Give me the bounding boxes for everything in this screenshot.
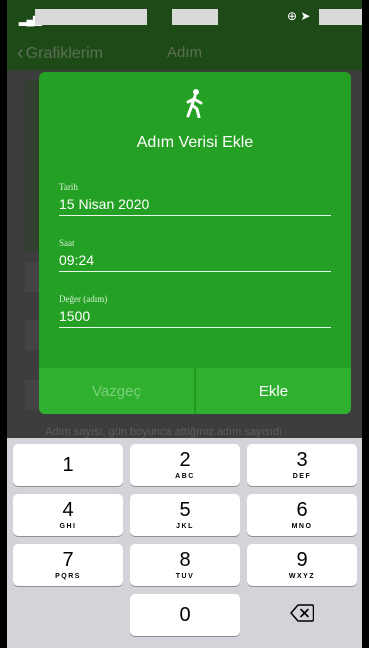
page-title: Adım [166, 44, 202, 61]
key-digit: 7 [62, 549, 74, 571]
key-1[interactable]: 1 [13, 444, 123, 486]
key-letters: GHI [59, 523, 77, 530]
status-redaction [319, 9, 362, 25]
key-7[interactable]: 7 PQRS [13, 544, 123, 586]
key-0[interactable]: 0 [130, 594, 240, 636]
key-2[interactable]: 2 ABC [130, 444, 240, 486]
key-digit: 5 [179, 499, 191, 521]
key-letters: ABC [175, 473, 195, 480]
delete-key[interactable] [247, 594, 357, 636]
location-icon: ⊕ ➤ [287, 9, 311, 23]
hint-text: Adım sayısı, gün boyunca attığınız adım … [45, 426, 283, 438]
nav-bar: ‹ Grafiklerim Adım [7, 34, 362, 70]
status-redaction [172, 9, 218, 25]
key-3[interactable]: 3 DEF [247, 444, 357, 486]
key-letters: JKL [176, 523, 194, 530]
date-value[interactable]: 15 Nisan 2020 [59, 196, 331, 216]
cancel-button[interactable]: Vazgeç [39, 368, 194, 414]
key-digit: 3 [296, 449, 308, 471]
add-step-dialog: Adım Verisi Ekle Tarih 15 Nisan 2020 Saa… [39, 72, 351, 414]
key-digit: 9 [296, 549, 308, 571]
time-label: Saat [59, 238, 75, 248]
key-letters: WXYZ [288, 573, 316, 580]
value-field[interactable]: Değer (adım) 1500 [59, 294, 331, 328]
numeric-keypad: 1 2 ABC 3 DEF 4 GHI 5 JKL 6 MNO 7 PQRS 8… [7, 438, 362, 648]
value-input[interactable]: 1500 [59, 308, 331, 328]
add-button[interactable]: Ekle [194, 368, 351, 414]
time-value[interactable]: 09:24 [59, 252, 331, 272]
key-letters: TUV [175, 573, 195, 580]
dialog-buttons: Vazgeç Ekle [39, 368, 351, 414]
date-label: Tarih [59, 182, 78, 192]
key-5[interactable]: 5 JKL [130, 494, 240, 536]
key-digit: 8 [179, 549, 191, 571]
key-4[interactable]: 4 GHI [13, 494, 123, 536]
status-redaction [35, 9, 147, 25]
key-digit: 4 [62, 499, 74, 521]
key-letters: MNO [291, 523, 313, 530]
key-9[interactable]: 9 WXYZ [247, 544, 357, 586]
key-letters: DEF [292, 473, 312, 480]
date-field[interactable]: Tarih 15 Nisan 2020 [59, 182, 331, 216]
key-8[interactable]: 8 TUV [130, 544, 240, 586]
value-label: Değer (adım) [59, 294, 108, 304]
status-bar: ▂▄▆ ⊕ ➤ [7, 0, 362, 34]
backspace-icon [290, 603, 315, 627]
time-field[interactable]: Saat 09:24 [59, 238, 331, 272]
key-letters: PQRS [55, 573, 81, 580]
key-digit: 0 [179, 604, 191, 626]
walking-person-icon [39, 88, 351, 123]
phone-screen: ▂▄▆ ⊕ ➤ ‹ Grafiklerim Adım Adım sayısı, g… [7, 0, 362, 648]
key-digit: 6 [296, 499, 308, 521]
dialog-title: Adım Verisi Ekle [136, 134, 254, 151]
key-digit: 2 [179, 449, 191, 471]
key-6[interactable]: 6 MNO [247, 494, 357, 536]
key-digit: 1 [62, 454, 74, 476]
